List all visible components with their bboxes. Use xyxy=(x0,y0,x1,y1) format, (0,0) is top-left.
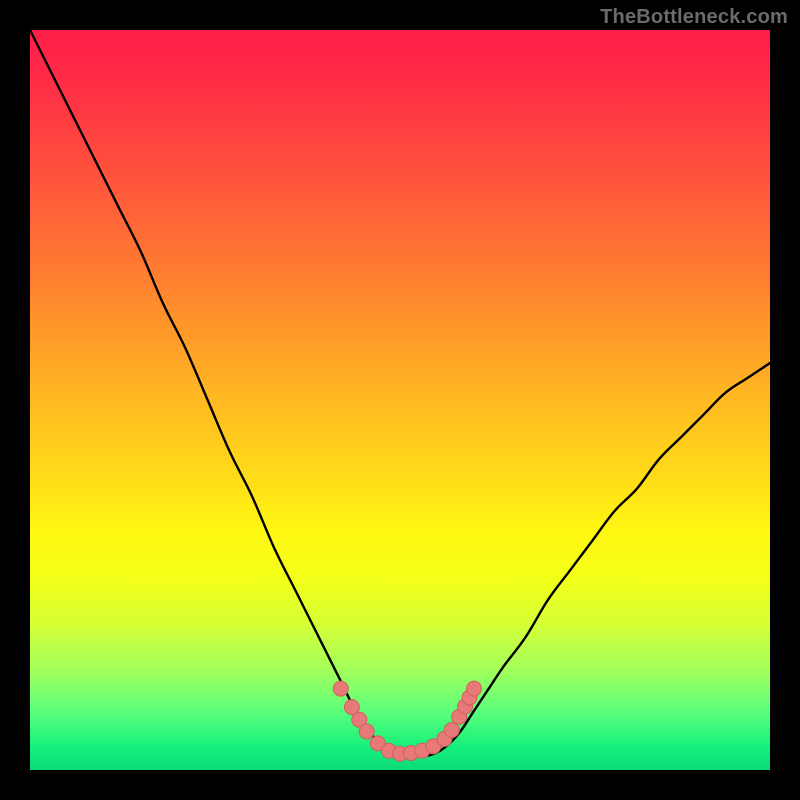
marker-dot xyxy=(359,724,374,739)
chart-frame: TheBottleneck.com xyxy=(0,0,800,800)
marker-dot xyxy=(444,723,459,738)
marker-dot xyxy=(333,681,348,696)
plot-area xyxy=(30,30,770,770)
watermark-text: TheBottleneck.com xyxy=(600,6,788,29)
bottleneck-curve xyxy=(30,30,770,756)
bottleneck-svg xyxy=(30,30,770,770)
marker-dot xyxy=(467,681,482,696)
sweet-spot-markers xyxy=(333,681,481,761)
